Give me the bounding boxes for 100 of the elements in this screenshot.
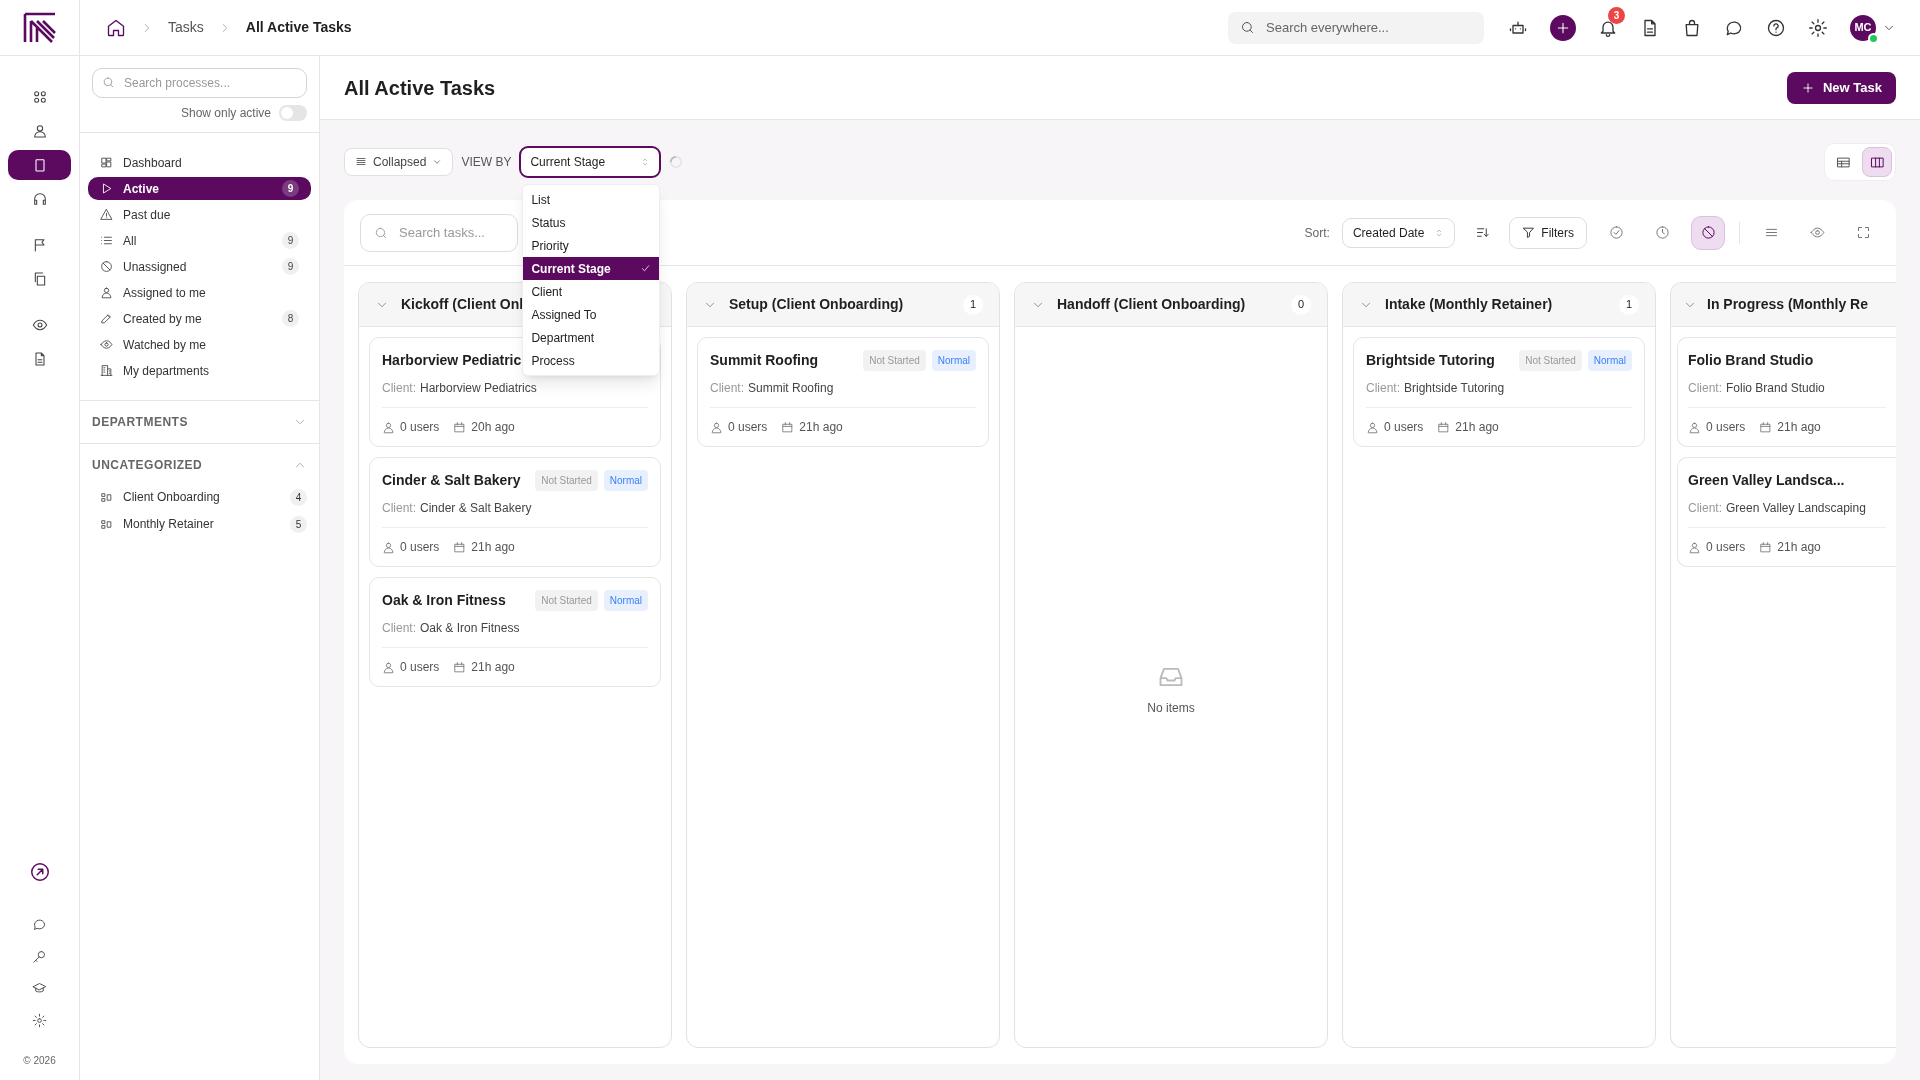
dashboard-icon (100, 156, 113, 169)
calendar-icon (453, 660, 467, 674)
task-card[interactable]: Folio Brand Studio Client: Folio Brand Studio 0 users 21h ago (1677, 337, 1896, 447)
task-title: Green Valley Landsca... (1688, 471, 1845, 490)
building-icon (100, 364, 113, 377)
filters-button[interactable]: Filters (1509, 216, 1587, 249)
task-title: Summit Roofing (710, 351, 819, 370)
play-icon (100, 182, 113, 195)
users-count: 0 users (1384, 419, 1424, 436)
column-header[interactable]: In Progress (Monthly Re (1671, 283, 1896, 327)
user-icon (382, 660, 395, 674)
help-icon (1766, 17, 1786, 38)
view-by-select[interactable]: Current Stage (519, 146, 662, 178)
toolbar-toggle[interactable] (1691, 215, 1725, 250)
section-header[interactable]: UNCATEGORIZED (92, 456, 307, 474)
toggle-switch[interactable] (279, 105, 307, 121)
count-badge: 9 (282, 180, 299, 197)
calendar-icon (453, 420, 467, 434)
edit-icon (100, 312, 113, 325)
task-card[interactable]: Summit Roofing Not Started Normal Client: Summit Roofing 0 users 21h ago (697, 337, 989, 447)
sidebar-item[interactable]: My departments (88, 359, 311, 382)
grid-icon (31, 89, 48, 105)
calendar-icon (1759, 420, 1773, 434)
client-label: Client: (1688, 380, 1722, 397)
user-icon (1688, 420, 1701, 434)
new-task-button[interactable]: New Task (1787, 71, 1896, 104)
sidebar-item[interactable]: Unassigned 9 (88, 255, 311, 278)
view-by-label: VIEW BY (461, 154, 512, 171)
task-card[interactable]: Green Valley Landsca... Client: Green Valley Landscaping 0 users 21h ago (1677, 457, 1896, 567)
calendar-icon (453, 540, 467, 554)
dropdown-option[interactable]: Current Stage (523, 257, 660, 280)
logo-icon[interactable] (22, 11, 57, 44)
client-name: Summit Roofing (748, 380, 834, 397)
notification-badge: 3 (1608, 6, 1625, 24)
created-time: 21h ago (471, 659, 515, 676)
sort-select[interactable]: Created Date (1341, 217, 1456, 248)
home-icon (106, 17, 126, 38)
column-header[interactable]: Intake (Monthly Retainer) 1 (1343, 283, 1655, 327)
process-icon (100, 517, 113, 531)
dropdown-option[interactable]: List (523, 188, 660, 211)
users-count: 0 users (728, 419, 768, 436)
sidebar-item[interactable]: Dashboard (88, 151, 311, 174)
ban-icon (100, 260, 113, 273)
search-field[interactable]: Search tasks... (360, 213, 518, 252)
task-title: Cinder & Salt Bakery (382, 471, 521, 490)
sidebar-item[interactable]: Created by me 8 (88, 307, 311, 330)
chat-icon (32, 916, 47, 932)
list-icon (100, 234, 113, 247)
column-header[interactable]: Handoff (Client Onboarding) 0 (1015, 283, 1327, 327)
breadcrumb-link[interactable]: Tasks (168, 17, 204, 38)
count-badge: 9 (282, 232, 299, 249)
chevron-down-icon (432, 157, 443, 167)
dropdown-option[interactable]: Priority (523, 234, 660, 257)
users-count: 0 users (400, 539, 440, 556)
client-name: Brightside Tutoring (1404, 380, 1505, 397)
user-icon (710, 420, 723, 434)
client-label: Client: (1366, 380, 1400, 397)
priority-tag: Normal (931, 350, 976, 371)
client-name: Green Valley Landscaping (1726, 500, 1866, 517)
dropdown-option[interactable]: Process (523, 349, 660, 372)
dropdown-option[interactable]: Assigned To (523, 303, 660, 326)
created-time: 21h ago (799, 419, 843, 436)
calendar-icon (1759, 540, 1773, 554)
created-time: 21h ago (1455, 419, 1499, 436)
search-field[interactable]: Search processes... (92, 68, 307, 98)
sidebar-item[interactable]: Assigned to me (88, 281, 311, 304)
task-title: Oak & Iron Fitness (382, 591, 506, 610)
client-label: Client: (382, 500, 416, 517)
eye-icon (1809, 225, 1825, 240)
section-header[interactable]: DEPARTMENTS (92, 413, 307, 431)
task-title: Folio Brand Studio (1688, 351, 1814, 370)
task-card[interactable]: Brightside Tutoring Not Started Normal Client: Brightside Tutoring 0 users 21h ago (1353, 337, 1645, 447)
process-item[interactable]: Monthly Retainer 5 (92, 513, 307, 535)
avatar[interactable]: MC (1850, 14, 1876, 41)
eye-icon (31, 317, 48, 333)
count-badge: 0 (1291, 294, 1311, 315)
sidebar-item[interactable]: Past due (88, 203, 311, 226)
count-badge: 9 (282, 258, 299, 275)
dropdown-option[interactable]: Client (523, 280, 660, 303)
add-button[interactable] (1550, 14, 1576, 41)
collapsed-button[interactable]: Collapsed (344, 148, 454, 176)
client-name: Harborview Pediatrics (420, 380, 537, 397)
process-item[interactable]: Client Onboarding 4 (92, 486, 307, 508)
count-badge: 1 (963, 294, 983, 315)
process-icon (100, 490, 113, 504)
sidebar-item[interactable]: All 9 (88, 229, 311, 252)
task-card[interactable]: Oak & Iron Fitness Not Started Normal Client: Oak & Iron Fitness 0 users 21h ago (369, 577, 661, 687)
created-time: 21h ago (1777, 539, 1821, 556)
priority-tag: Normal (603, 590, 648, 611)
key-icon (32, 948, 47, 964)
column-header[interactable]: Setup (Client Onboarding) 1 (687, 283, 999, 327)
task-card[interactable]: Cinder & Salt Bakery Not Started Normal Client: Cinder & Salt Bakery 0 users 21h ago (369, 457, 661, 567)
view-mode-button[interactable] (1862, 147, 1892, 177)
dropdown-option[interactable]: Status (523, 211, 660, 234)
rail-button[interactable] (8, 150, 71, 180)
sidebar-item[interactable]: Watched by me (88, 333, 311, 356)
expand-icon (1855, 225, 1871, 240)
search-field[interactable]: Search everywhere... (1228, 11, 1484, 44)
sidebar-item[interactable]: Active 9 (88, 177, 311, 200)
users-count: 0 users (1706, 419, 1746, 436)
